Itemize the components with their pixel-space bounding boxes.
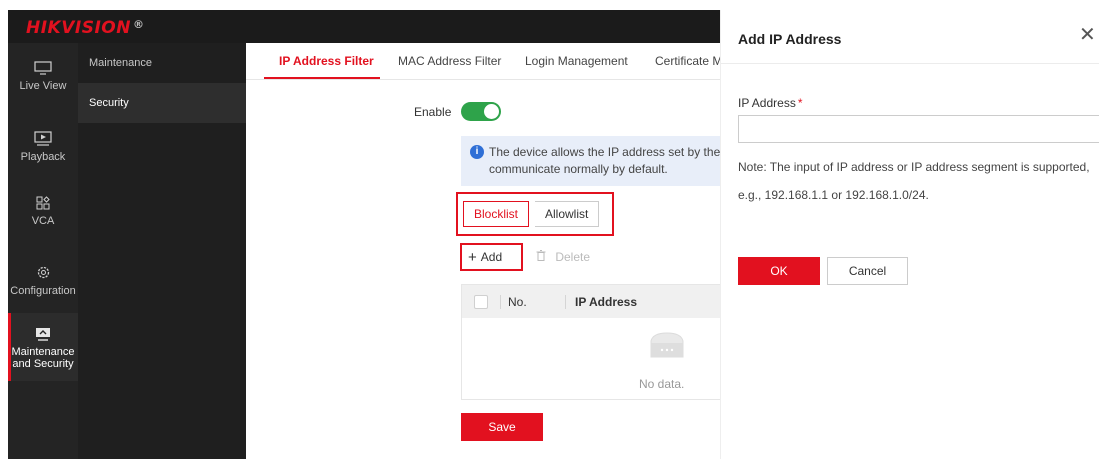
ip-address-label: IP Address * [738,96,803,110]
info-text-line2: communicate normally by default. [489,162,668,176]
ip-address-input[interactable] [738,115,1099,143]
input-example: e.g., 192.168.1.1 or 192.168.1.0/24. [738,188,929,202]
tab-login-management[interactable]: Login Management [525,54,628,68]
left-nav: Live View Playback VCA Configuration Mai… [8,43,78,459]
column-ip-address: IP Address [575,295,638,309]
nav-live-view[interactable]: Live View [8,61,78,92]
trash-icon [536,250,549,264]
delete-button[interactable]: Delete [536,250,590,264]
playback-icon [8,131,78,149]
subnav-security[interactable]: Security [78,83,246,123]
info-banner: i The device allows the IP address set b… [461,136,720,186]
nav-vca[interactable]: VCA [8,196,78,227]
required-marker: * [797,96,803,110]
nav-maintenance-security[interactable]: Maintenance and Security [8,313,78,381]
divider [721,63,1099,64]
gear-icon [8,265,78,283]
maintenance-icon [8,327,78,344]
select-all-checkbox[interactable] [474,295,488,309]
tab-bar: IP Address Filter MAC Address Filter Log… [246,43,720,80]
column-no: No. [508,295,527,309]
main-content: IP Address Filter MAC Address Filter Log… [246,43,720,459]
nav-playback[interactable]: Playback [8,131,78,163]
top-bar: HIKVISION ® [8,10,720,43]
nav-configuration[interactable]: Configuration [8,265,78,297]
plus-icon: + [468,249,477,266]
panel-title: Add IP Address [738,31,842,47]
enable-label: Enable [414,105,452,119]
column-divider [565,295,566,309]
add-ip-address-panel: Add IP Address ✕ IP Address * Note: The i… [720,10,1099,459]
column-divider [500,295,501,309]
empty-state-text: No data. [639,377,685,391]
blocklist-button[interactable]: Blocklist [463,201,530,227]
subnav-maintenance[interactable]: Maintenance [78,43,246,83]
info-text-line1: The device allows the IP address set by … [489,145,720,159]
tab-certificate-management[interactable]: Certificate M [655,54,720,68]
table-header: No. IP Address [462,285,720,318]
ip-table: No. IP Address No data. [461,284,720,400]
vca-icon [8,196,78,213]
allowlist-button[interactable]: Allowlist [535,201,600,227]
add-button[interactable]: + Add [468,249,502,266]
sub-nav: Maintenance Security [78,43,246,459]
close-icon[interactable]: ✕ [1079,25,1096,45]
tab-mac-address-filter[interactable]: MAC Address Filter [398,54,501,68]
info-icon: i [470,145,484,159]
enable-toggle[interactable] [461,102,501,121]
active-tab-indicator [264,77,380,79]
monitor-icon [8,61,78,78]
hikvision-logo: HIKVISION ® [26,18,145,38]
input-note: Note: The input of IP address or IP addr… [738,160,1090,174]
empty-box-icon [650,332,684,358]
save-button[interactable]: Save [461,413,543,441]
tab-ip-address-filter[interactable]: IP Address Filter [279,54,374,68]
cancel-button[interactable]: Cancel [827,257,908,285]
ok-button[interactable]: OK [738,257,820,285]
